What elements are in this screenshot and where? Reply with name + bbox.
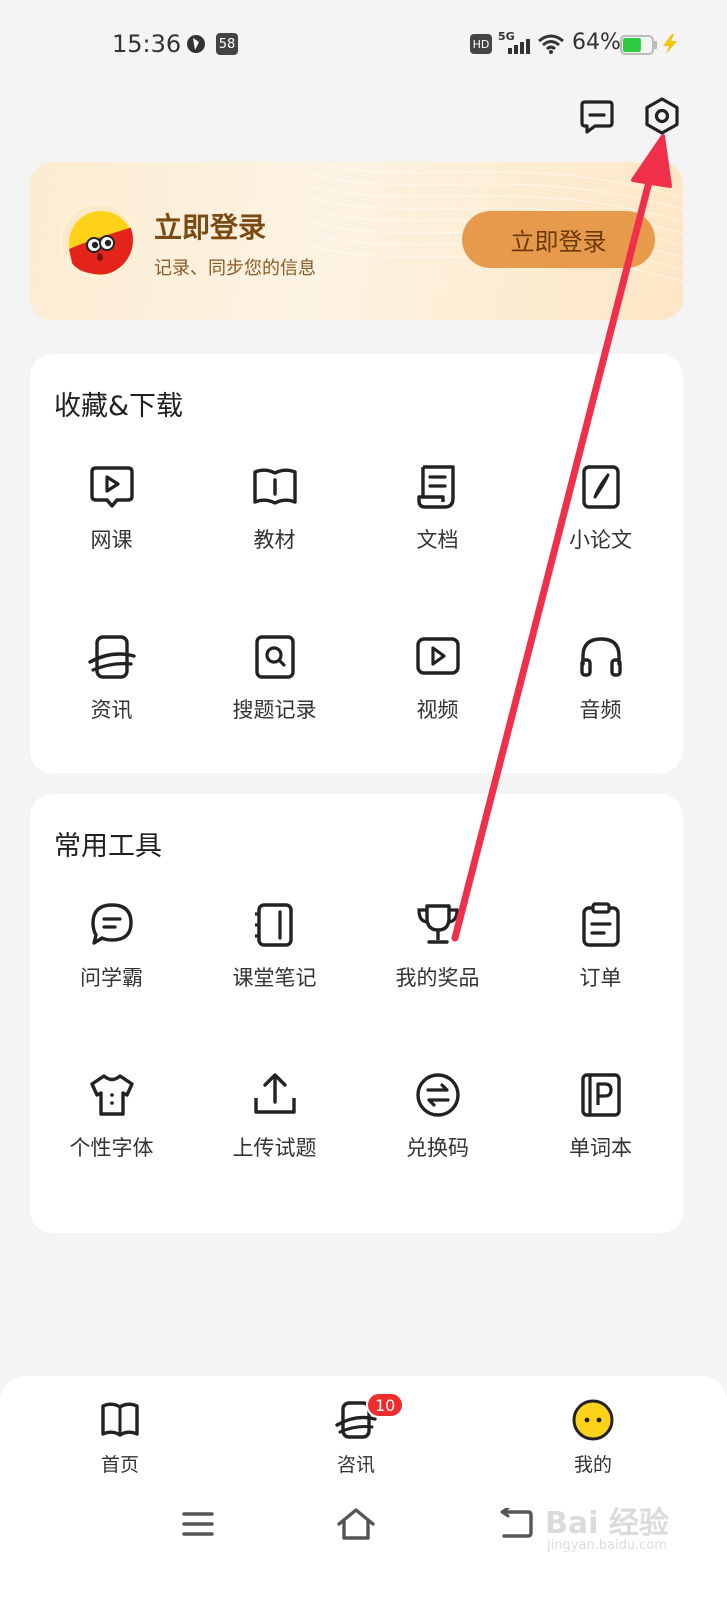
exchange-icon [415,1073,460,1117]
grid-item-label: 教材 [253,528,296,552]
notebook-icon [254,903,293,947]
grid-item-label: 上传试题 [232,1136,317,1160]
grid-item-video[interactable]: 视频 [356,632,519,742]
status-time: 15:36 [112,30,182,58]
hd-badge: HD [470,34,492,54]
back-icon [498,1506,534,1544]
grid-item-redeem-code[interactable]: 兑换码 [356,1070,519,1180]
charging-bolt-icon [660,33,680,59]
grid-item-label: 我的奖品 [395,966,480,990]
login-button[interactable]: 立即登录 [462,211,655,268]
login-title[interactable]: 立即登录 [154,206,266,246]
video-icon [415,637,460,675]
grid-item-word-book[interactable]: 单词本 [519,1070,682,1180]
tab-news[interactable]: 10 咨讯 [296,1392,416,1477]
system-menu-button[interactable] [178,1506,218,1546]
grid-item-label: 网课 [90,528,133,552]
grid-item-label: 资讯 [90,698,133,722]
watermark-sub: jingyan.baidu.com [547,1538,667,1553]
settings-button[interactable] [640,96,684,140]
favorites-section: 收藏&下载 网课 教材 文档 小论文 资讯 搜题记录 视频 音频 [30,354,683,773]
unread-badge: 10 [366,1392,405,1418]
watermark: Bai 经验 jingyan.baidu.com [545,1490,695,1560]
grid-item-essay[interactable]: 小论文 [519,462,682,572]
grid-item-label: 个性字体 [69,1136,154,1160]
news-icon [87,635,136,679]
pen-paper-icon [581,465,620,509]
tools-section: 常用工具 问学霸 课堂笔记 我的奖品 订单 个性字体 上传试题 兑换码 单词本 [30,794,683,1233]
menu-lines-icon [181,1510,215,1542]
book-icon [252,468,297,505]
profile-face-icon [572,1399,614,1441]
grid-item-label: 兑换码 [406,1136,469,1160]
trophy-icon [416,904,459,944]
system-home-button[interactable] [336,1506,376,1546]
home-outline-icon [336,1507,376,1545]
tab-mine[interactable]: 我的 [533,1398,653,1477]
grid-item-orders[interactable]: 订单 [519,900,682,1010]
grid-item-document[interactable]: 文档 [356,462,519,572]
watermark-text: Bai 经验 [545,1506,669,1541]
settings-gear-icon [641,95,683,141]
grid-item-upload-questions[interactable]: 上传试题 [193,1070,356,1180]
grid-item-class-notes[interactable]: 课堂笔记 [193,900,356,1010]
section-title: 收藏&下载 [54,391,184,422]
tab-label: 咨讯 [336,1454,375,1476]
clipboard-icon [581,902,620,947]
grid-item-label: 音频 [579,698,622,722]
grid-item-label: 小论文 [569,528,632,552]
tab-home[interactable]: 首页 [60,1398,180,1477]
grid-item-textbook[interactable]: 教材 [193,462,356,572]
notification-count-badge: 58 [216,33,238,55]
headphones-icon [579,637,622,677]
shirt-icon [89,1074,134,1116]
battery-percent: 64% [572,30,621,55]
word-book-icon [580,1073,621,1117]
grid-item-label: 搜题记录 [232,698,317,722]
grid-item-label: 文档 [416,528,459,552]
grid-item-my-prizes[interactable]: 我的奖品 [356,900,519,1010]
login-subtitle: 记录、同步您的信息 [154,258,316,279]
grid-item-audio[interactable]: 音频 [519,632,682,742]
grid-item-search-record[interactable]: 搜题记录 [193,632,356,742]
location-icon [186,33,206,59]
wifi-icon [538,34,564,58]
search-record-icon [254,635,295,679]
message-icon [577,96,617,140]
grid-item-label: 订单 [579,966,622,990]
grid-item-label: 问学霸 [80,966,143,990]
message-button[interactable] [575,96,619,140]
video-course-icon [89,466,134,508]
grid-item-news[interactable]: 资讯 [30,632,193,742]
status-bar: 15:36 58 HD 5G 64% [0,0,727,88]
document-icon [416,465,455,509]
signal-icon [506,38,532,58]
grid-item-label: 视频 [416,698,459,722]
grid-item-label: 单词本 [569,1136,632,1160]
upload-icon [253,1073,296,1114]
tab-label: 我的 [573,1454,612,1476]
tab-label: 首页 [100,1454,139,1476]
section-title: 常用工具 [54,831,162,862]
grid-item-ask-expert[interactable]: 问学霸 [30,900,193,1010]
avatar[interactable] [60,202,136,278]
battery-icon [620,35,658,59]
system-back-button[interactable] [496,1506,536,1546]
home-book-icon [101,1402,139,1437]
bottom-navigation: 首页 10 咨讯 我的 Bai 经验 jingyan.baidu.com [0,1376,727,1600]
grid-item-custom-font[interactable]: 个性字体 [30,1070,193,1180]
login-banner[interactable]: 立即登录 记录、同步您的信息 立即登录 [30,162,683,320]
chat-bubble-icon [90,903,133,945]
grid-item-online-course[interactable]: 网课 [30,462,193,572]
grid-item-label: 课堂笔记 [232,966,317,990]
